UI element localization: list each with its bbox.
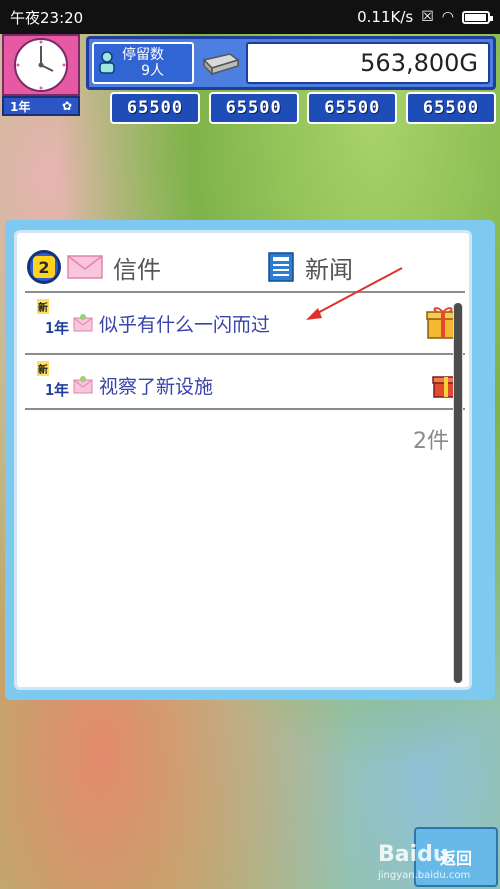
watermark-url: jingyan.baidu.com — [378, 870, 471, 881]
annotation-arrow — [306, 267, 403, 320]
watermark-logo: Baidu — [378, 842, 449, 867]
